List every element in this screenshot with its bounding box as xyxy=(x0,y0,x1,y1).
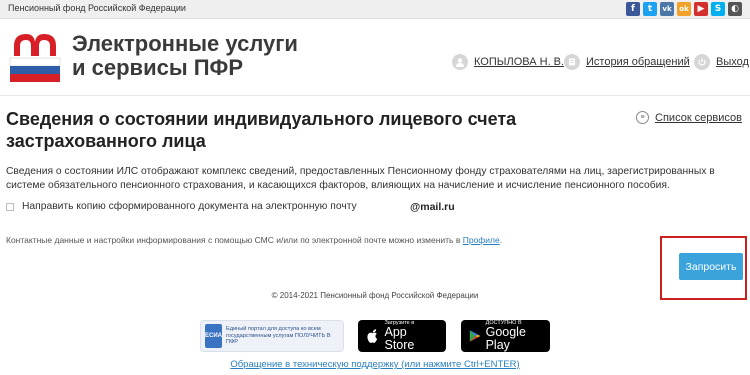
social-links: f t vk ok ▶ S ◐ xyxy=(626,2,742,16)
app-store-label: App Store xyxy=(384,325,415,352)
support-link[interactable]: Обращение в техническую поддержку (или н… xyxy=(0,359,750,370)
esia-badge[interactable]: ЕСИА Единый портал для доступа ко всем г… xyxy=(200,320,344,352)
services-list-label: Список сервисов xyxy=(655,111,742,124)
list-icon: ≡ xyxy=(636,111,650,124)
apple-icon xyxy=(367,329,378,343)
history-label: История обращений xyxy=(586,56,690,68)
brand-title: Электронные услуги и сервисы ПФР xyxy=(72,32,298,80)
odnoklassniki-icon[interactable]: ok xyxy=(677,2,691,16)
user-name: КОПЫЛОВА Н. В. xyxy=(474,56,565,68)
vk-icon[interactable]: vk xyxy=(660,2,674,16)
youtube-icon[interactable]: ▶ xyxy=(694,2,708,16)
user-menu[interactable]: КОПЫЛОВА Н. В. xyxy=(452,54,564,70)
contact-text: Контактные данные и настройки информиров… xyxy=(6,235,463,245)
page-title: Сведения о состоянии индивидуального лиц… xyxy=(6,109,517,151)
copyright: © 2014-2021 Пенсионный фонд Российской Ф… xyxy=(271,291,479,300)
history-icon xyxy=(564,54,580,70)
pfr-logo[interactable] xyxy=(6,28,64,86)
contact-suffix: . xyxy=(499,235,503,245)
facebook-icon[interactable]: f xyxy=(626,2,640,16)
copy-to-email-label: Направить копию сформированного документ… xyxy=(22,201,357,212)
copy-to-email-option[interactable]: Направить копию сформированного документ… xyxy=(6,201,357,212)
logout-label: Выход xyxy=(716,56,749,68)
esia-text: Единый портал для доступа ко всем госуда… xyxy=(225,326,331,346)
profile-link[interactable]: Профиле xyxy=(463,235,500,245)
user-icon xyxy=(452,54,468,70)
org-name: Пенсионный фонд Российской Федерации xyxy=(8,3,186,13)
google-play-badge[interactable]: ДОСТУПНО В Google Play xyxy=(461,320,550,352)
history-link[interactable]: История обращений xyxy=(564,54,690,70)
contact-settings-note: Контактные данные и настройки информиров… xyxy=(6,235,502,245)
email-value: @mail.ru xyxy=(410,201,455,213)
google-play-icon xyxy=(469,330,481,342)
twitter-icon[interactable]: t xyxy=(643,2,657,16)
header-divider xyxy=(0,95,750,96)
brand-line-1: Электронные услуги xyxy=(72,31,298,56)
app-store-badge[interactable]: Загрузите в App Store xyxy=(358,320,446,352)
services-list-link[interactable]: ≡ Список сервисов xyxy=(636,111,742,124)
esia-logo: ЕСИА xyxy=(205,324,222,348)
google-play-label: Google Play xyxy=(485,325,526,352)
top-bar: Пенсионный фонд Российской Федерации f t… xyxy=(0,0,750,19)
page-description: Сведения о состоянии ИЛС отображают комп… xyxy=(6,166,715,191)
copy-to-email-checkbox[interactable] xyxy=(6,202,14,211)
brand-line-2: и сервисы ПФР xyxy=(72,55,243,80)
skype-icon[interactable]: S xyxy=(711,2,725,16)
logout-link[interactable]: Выход xyxy=(694,54,749,70)
submit-button[interactable]: Запросить xyxy=(679,253,743,280)
logout-icon xyxy=(694,54,710,70)
low-vision-icon[interactable]: ◐ xyxy=(728,2,742,16)
